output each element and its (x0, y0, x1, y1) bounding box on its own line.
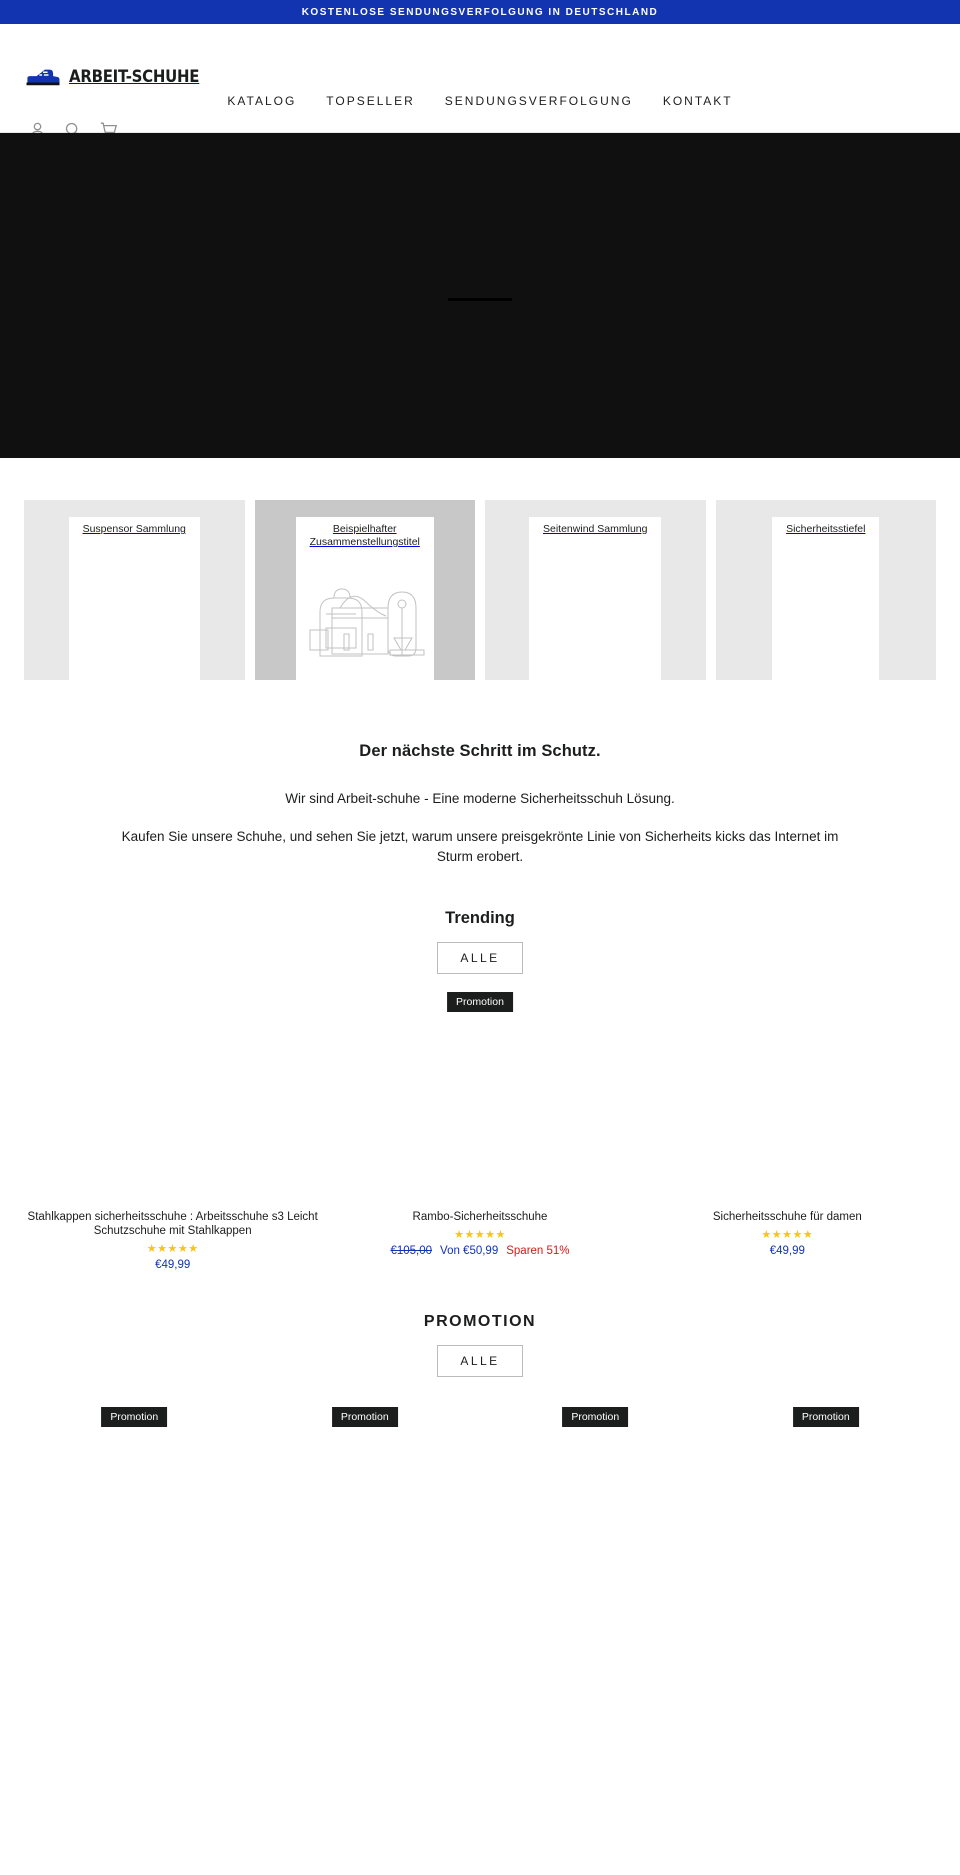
product-rating-stars: ★★★★★ (761, 1229, 814, 1241)
intro-paragraph-2: Kaufen Sie unsere Schuhe, und sehen Sie … (121, 829, 839, 864)
product-price: €49,99 (155, 1259, 191, 1271)
product-card[interactable]: Promotion (485, 1407, 706, 1527)
nav-item-sendungsverfolgung[interactable]: Sendungsverfolgung (445, 94, 633, 108)
hero-banner (0, 133, 960, 458)
product-price-row: €49,99 (24, 1259, 321, 1271)
trending-section: Trending Alle Stahlkappen sicherheitssch… (0, 909, 960, 1271)
nav-item-kontakt[interactable]: Kontakt (663, 94, 733, 108)
product-image[interactable] (24, 992, 322, 1204)
product-card[interactable]: Stahlkappen sicherheitsschuhe : Arbeitss… (24, 992, 322, 1271)
promotion-product-grid: Promotion Promotion Promotion Promotion (0, 1377, 960, 1527)
logo-link[interactable]: ARBEIT-SCHUHE (24, 66, 217, 88)
site-header: ARBEIT-SCHUHE Katalog Topseller Sendungs… (0, 24, 960, 138)
product-image[interactable] (638, 992, 936, 1204)
product-price-original: €105,00 (390, 1245, 433, 1257)
product-card[interactable]: Promotion (255, 1407, 476, 1527)
product-title: Stahlkappen sicherheitsschuhe : Arbeitss… (27, 1211, 318, 1237)
trending-view-all-button[interactable]: Alle (437, 942, 523, 974)
product-price-row: €105,00 Von €50,99 Sparen 51% (331, 1245, 628, 1257)
nav-item-katalog[interactable]: Katalog (227, 94, 296, 108)
product-title: Sicherheitsschuhe für damen (712, 1211, 862, 1223)
collection-card-seitenwind[interactable]: Seitenwind Sammlung (485, 500, 706, 680)
shoe-logo-icon (24, 66, 62, 88)
luggage-placeholder-icon (290, 552, 440, 670)
product-price: €49,99 (769, 1245, 805, 1257)
promotion-view-all-button[interactable]: Alle (437, 1345, 523, 1377)
announcement-text: Kostenlose Sendungsverfolgung in Deutsch… (301, 6, 659, 18)
promotion-section: Promotion Alle Promotion Promotion Promo… (0, 1313, 960, 1527)
promotion-badge: Promotion (331, 1407, 398, 1427)
promotion-badge: Promotion (101, 1407, 168, 1427)
product-rating-stars: ★★★★★ (454, 1229, 506, 1241)
announcement-bar: Kostenlose Sendungsverfolgung in Deutsch… (0, 0, 960, 24)
product-price-row: €49,99 (639, 1245, 936, 1257)
trending-header: Trending Alle (0, 909, 960, 974)
product-card[interactable]: Promotion (716, 1407, 937, 1527)
collection-card-suspensor[interactable]: Suspensor Sammlung (24, 500, 245, 680)
hero-divider-rule (448, 298, 512, 301)
collection-title: Suspensor Sammlung (68, 517, 200, 680)
trending-heading: Trending (445, 909, 515, 927)
section-heading: Der nächste Schritt im Schutz. (359, 742, 601, 760)
rich-text-section: Der nächste Schritt im Schutz. Wir sind … (0, 680, 960, 867)
product-card[interactable]: Sicherheitsschuhe für damen ★★★★★ €49,99 (638, 992, 936, 1271)
product-rating-stars: ★★★★★ (146, 1243, 199, 1255)
product-price-sale: Von €50,99 (440, 1245, 499, 1257)
nav-item-topseller[interactable]: Topseller (326, 94, 414, 108)
product-price-savings: Sparen 51% (506, 1245, 570, 1257)
brand-name: ARBEIT-SCHUHE (69, 67, 200, 87)
collection-card-sicherheitsstiefel[interactable]: Sicherheitsstiefel (715, 500, 936, 680)
product-card[interactable]: Promotion (24, 1407, 245, 1527)
collection-title: Sicherheitsstiefel (772, 517, 880, 680)
promotion-badge: Promotion (792, 1407, 859, 1427)
trending-product-grid: Stahlkappen sicherheitsschuhe : Arbeitss… (0, 974, 960, 1271)
collection-title: Seitenwind Sammlung (529, 517, 662, 680)
main-navigation: Katalog Topseller Sendungsverfolgung Kon… (0, 94, 960, 108)
collection-card-beispielhafter[interactable]: Beispielhafter Zusammenstellungstitel (254, 500, 475, 680)
promotion-header: Promotion Alle (0, 1313, 960, 1377)
product-image[interactable]: Promotion (331, 992, 629, 1204)
promotion-badge: Promotion (447, 992, 513, 1012)
promotion-badge: Promotion (562, 1407, 629, 1427)
product-card[interactable]: Promotion Rambo-Sicherheitsschuhe ★★★★★ … (331, 992, 629, 1271)
collection-list: Suspensor Sammlung Beispielhafter Zusamm… (0, 458, 960, 680)
promotion-heading: Promotion (423, 1313, 537, 1330)
intro-paragraph-1: Wir sind Arbeit-schuhe - Eine moderne Si… (285, 791, 675, 806)
product-title: Rambo-Sicherheitsschuhe (412, 1211, 548, 1223)
